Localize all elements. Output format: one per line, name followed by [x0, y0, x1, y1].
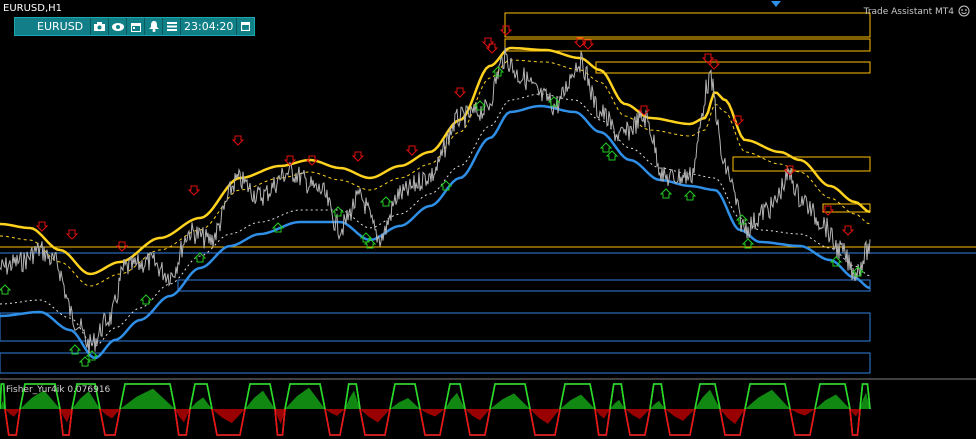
trade-assistant-label: Trade Assistant MT4: [863, 7, 954, 17]
buy-arrow-icon: [139, 294, 153, 305]
sell-arrow-icon: [405, 145, 419, 156]
buy-arrow-icon: [659, 188, 673, 199]
fisher-histogram-up: [490, 393, 530, 409]
envelope-bands: [0, 46, 871, 360]
fisher-histogram-down: [625, 409, 650, 420]
buy-arrow-icon: [193, 252, 207, 263]
indicator-label: Fisher_Yur4ik 0.076916: [6, 385, 111, 395]
sell-arrow-icon: [231, 135, 245, 146]
fisher-histogram-down: [420, 409, 445, 417]
fisher-histogram-up: [390, 397, 420, 409]
sell-arrow-icon: [841, 225, 855, 236]
fisher-histogram-up: [120, 388, 175, 409]
fisher-histogram-down: [465, 409, 490, 421]
fisher-histogram-down: [850, 409, 860, 417]
sell-arrow-icon: [821, 205, 835, 216]
eye-icon[interactable]: [109, 18, 127, 35]
sell-arrow-icon: [35, 221, 49, 232]
sell-arrow-icon: [485, 43, 499, 54]
fisher-histogram-up: [190, 397, 212, 409]
price-series: [0, 46, 871, 355]
server-time: 23:04:20: [181, 18, 238, 35]
buy-arrow-icon: [0, 284, 12, 295]
fisher-histogram-down: [530, 409, 560, 424]
sell-arrow-icon: [481, 37, 495, 48]
buy-arrow-icon: [683, 190, 697, 201]
resistance-zone[interactable]: [595, 61, 871, 74]
fisher-histogram-down: [325, 409, 345, 416]
price-chart[interactable]: [0, 0, 976, 439]
buy-arrow-icon: [331, 206, 345, 217]
price-line: [0, 46, 871, 355]
fisher-histogram-down: [360, 409, 390, 423]
sell-arrow-icon: [351, 151, 365, 162]
sell-arrow-icon: [187, 185, 201, 196]
sell-arrow-icon: [453, 87, 467, 98]
support-zone[interactable]: [177, 279, 871, 292]
buy-arrow-icon: [379, 196, 393, 207]
fisher-histogram-up: [650, 400, 665, 409]
resistance-zone[interactable]: [504, 38, 871, 52]
fisher-histogram-down: [5, 409, 20, 417]
shift-marker-icon[interactable]: [771, 1, 781, 7]
chart-title: EURUSD,H1: [3, 3, 63, 14]
window-icon[interactable]: [237, 18, 254, 35]
sell-arrow-icon: [707, 59, 721, 70]
fisher-histogram-down: [595, 409, 610, 419]
fisher-histogram-down: [720, 409, 745, 425]
fisher-histogram-up: [285, 387, 325, 409]
calendar-icon[interactable]: [127, 18, 145, 35]
menu-icon[interactable]: [163, 18, 181, 35]
camera-icon[interactable]: [91, 18, 109, 35]
fisher-histogram-up: [560, 394, 595, 409]
fisher-histogram-up: [610, 399, 625, 409]
fisher-histogram-up: [815, 394, 850, 409]
trade-toolbar: EURUSD 23:04:20: [14, 17, 256, 36]
fisher-histogram-up: [745, 389, 790, 409]
signal-arrows: [0, 25, 865, 367]
bell-icon[interactable]: [145, 18, 163, 35]
fisher-histogram-down: [212, 409, 245, 424]
buy-arrow-icon: [359, 232, 373, 243]
fisher-histogram-down: [790, 409, 815, 416]
sell-arrow-icon: [731, 115, 745, 126]
fisher-histogram-down: [100, 409, 120, 419]
sell-arrow-icon: [65, 229, 79, 240]
trade-assistant-icon[interactable]: [958, 5, 970, 17]
sell-arrow-icon: [581, 39, 595, 50]
symbol-button[interactable]: EURUSD: [15, 18, 91, 35]
buy-arrow-icon: [599, 142, 613, 153]
fisher-histogram-up: [245, 390, 275, 409]
fisher-histogram-down: [665, 409, 695, 421]
resistance-zone[interactable]: [504, 12, 871, 38]
fisher-indicator: [0, 383, 871, 436]
sell-arrow-icon: [499, 25, 513, 36]
support-zone[interactable]: [0, 352, 871, 374]
